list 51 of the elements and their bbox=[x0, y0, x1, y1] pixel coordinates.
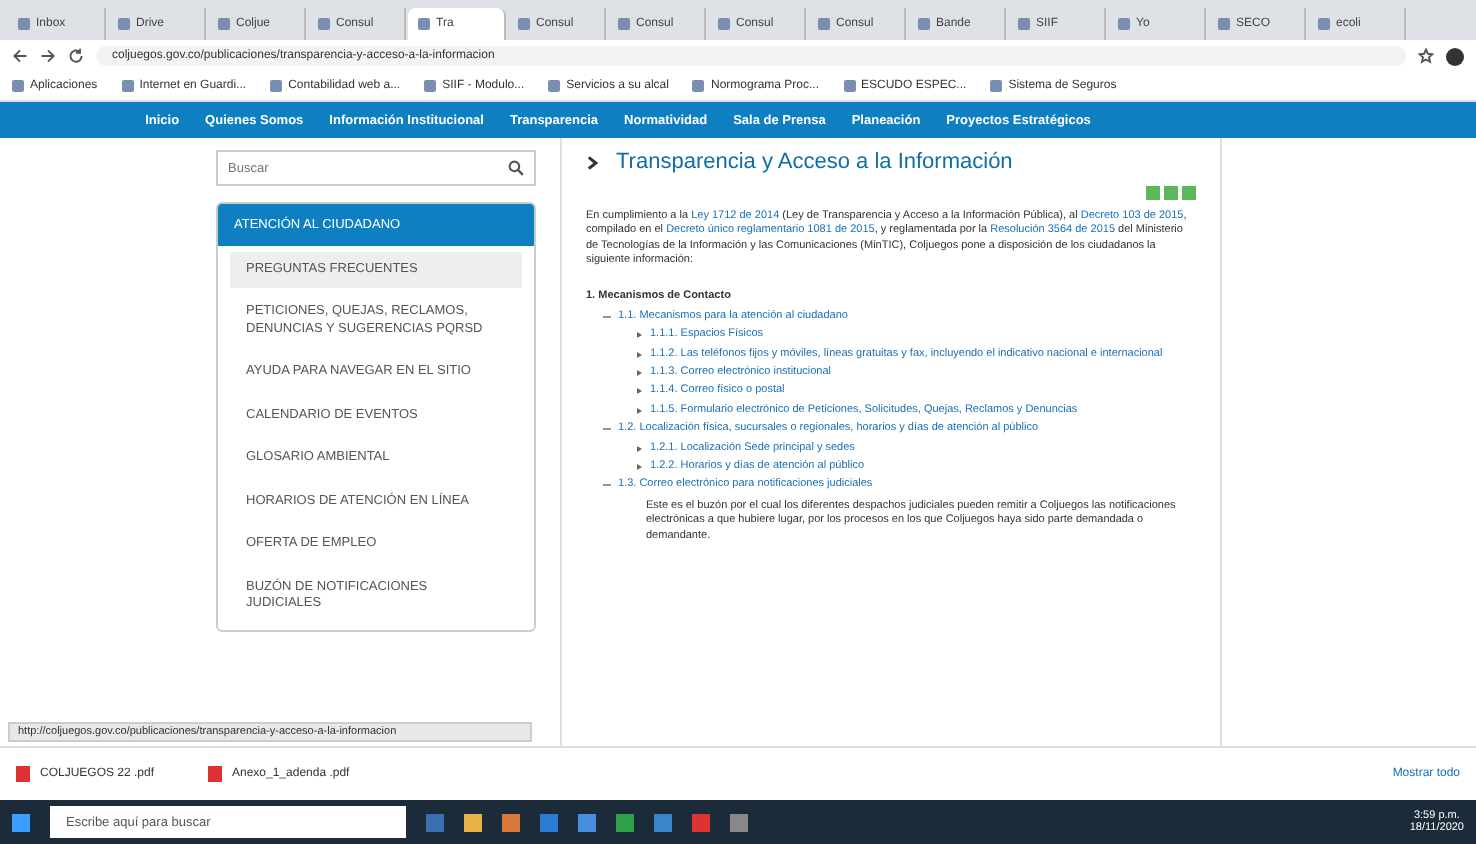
favicon-icon bbox=[618, 18, 630, 30]
chevron-icon bbox=[586, 153, 600, 171]
favicon-icon bbox=[18, 18, 30, 30]
favicon-icon bbox=[1018, 18, 1030, 30]
bullet-icon bbox=[634, 330, 644, 341]
favicon-icon bbox=[548, 80, 561, 92]
collapse-icon[interactable] bbox=[602, 311, 612, 322]
search-icon[interactable] bbox=[508, 160, 524, 176]
favicon-icon bbox=[1218, 18, 1230, 30]
bullet-icon bbox=[634, 443, 644, 454]
favicon-icon bbox=[121, 80, 134, 92]
app-icon[interactable] bbox=[616, 813, 634, 831]
favicon-icon bbox=[12, 80, 24, 92]
favicon-icon bbox=[218, 18, 230, 30]
pdf-icon bbox=[16, 766, 30, 782]
avatar-icon[interactable] bbox=[1446, 47, 1464, 65]
app-icon[interactable] bbox=[502, 813, 520, 831]
favicon-icon bbox=[424, 80, 437, 92]
star-icon[interactable] bbox=[1418, 48, 1434, 64]
pdf-icon bbox=[208, 766, 222, 782]
favicon-icon bbox=[718, 18, 730, 30]
favicon-icon bbox=[1318, 18, 1330, 30]
bullet-icon bbox=[634, 386, 644, 397]
favicon-icon bbox=[518, 18, 530, 30]
app-icon[interactable] bbox=[540, 813, 558, 831]
favicon-icon bbox=[990, 80, 1003, 92]
reload-icon[interactable] bbox=[68, 48, 84, 64]
bullet-icon bbox=[634, 349, 644, 360]
favicon-icon bbox=[1118, 18, 1130, 30]
app-icon[interactable] bbox=[730, 813, 748, 831]
bullet-icon bbox=[634, 367, 644, 378]
favicon-icon bbox=[843, 80, 855, 92]
favicon-icon bbox=[418, 18, 430, 30]
bullet-icon bbox=[634, 405, 644, 416]
favicon-icon bbox=[318, 18, 330, 30]
app-icon[interactable] bbox=[578, 813, 596, 831]
windows-icon[interactable] bbox=[12, 813, 30, 831]
favicon-icon bbox=[118, 18, 130, 30]
favicon-icon bbox=[270, 80, 283, 92]
favicon-icon bbox=[918, 18, 930, 30]
collapse-icon[interactable] bbox=[602, 480, 612, 491]
page-title: Transparencia y Acceso a la Información bbox=[616, 150, 1013, 174]
favicon-icon bbox=[818, 18, 830, 30]
favicon-icon bbox=[692, 80, 705, 92]
app-icon[interactable] bbox=[654, 813, 672, 831]
back-icon[interactable] bbox=[12, 48, 28, 64]
app-icon[interactable] bbox=[464, 813, 482, 831]
collapse-icon[interactable] bbox=[602, 424, 612, 435]
bullet-icon bbox=[634, 462, 644, 473]
app-icon[interactable] bbox=[692, 813, 710, 831]
forward-icon[interactable] bbox=[40, 48, 56, 64]
